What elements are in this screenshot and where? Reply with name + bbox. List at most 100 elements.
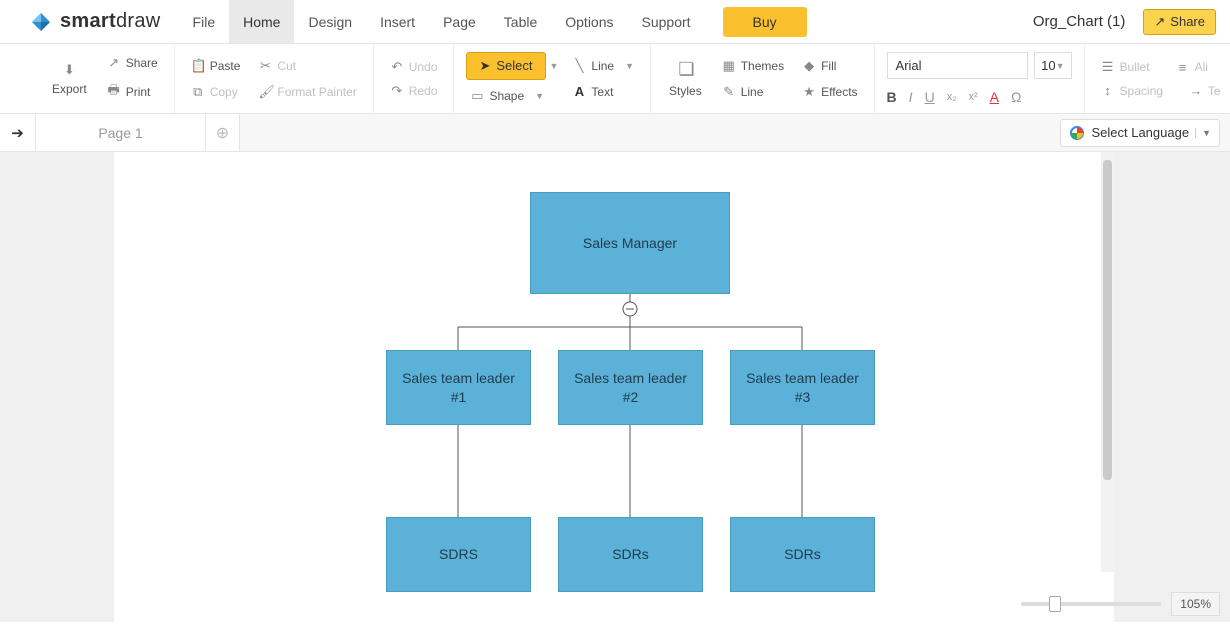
zoom-bar: 105% bbox=[1021, 592, 1220, 616]
copy-button[interactable]: ⧉Copy bbox=[187, 82, 245, 102]
panel-toggle-button[interactable]: ➔ bbox=[0, 114, 36, 151]
menu-bar: smartdraw File Home Design Insert Page T… bbox=[0, 0, 1230, 44]
copy-icon: ⧉ bbox=[191, 84, 205, 100]
logo-text-1: smart bbox=[60, 10, 116, 32]
share-small-button[interactable]: ↗Share bbox=[103, 53, 162, 73]
logo-icon bbox=[28, 9, 54, 35]
menu-page[interactable]: Page bbox=[429, 0, 490, 43]
effects-icon: ★ bbox=[802, 84, 816, 100]
subscript-button[interactable]: x₂ bbox=[947, 91, 957, 103]
group-export: ⬇ Export ↗Share 🖶Print bbox=[34, 44, 175, 113]
paste-button[interactable]: 📋Paste bbox=[187, 56, 245, 76]
line-tool[interactable]: ╲Line▼ bbox=[568, 56, 638, 76]
spacing-button[interactable]: ↕Spacing bbox=[1097, 81, 1167, 100]
align-button[interactable]: ≡Ali bbox=[1172, 57, 1212, 77]
top-right: Org_Chart (1) ↗ Share bbox=[1033, 9, 1230, 35]
page-tab-1[interactable]: Page 1 bbox=[36, 114, 206, 151]
spacing-icon: ↕ bbox=[1101, 83, 1115, 98]
node-sdr-1[interactable]: SDRS bbox=[386, 517, 531, 592]
text-direction-button[interactable]: →Te bbox=[1185, 81, 1225, 100]
select-dropdown[interactable]: ▼ bbox=[550, 61, 559, 71]
scroll-thumb[interactable] bbox=[1103, 160, 1112, 480]
shape-icon: ▭ bbox=[470, 88, 484, 104]
vertical-scrollbar[interactable] bbox=[1101, 152, 1114, 572]
font-family-select[interactable]: Arial bbox=[887, 52, 1029, 79]
node-lead-3[interactable]: Sales team leader #3 bbox=[730, 350, 875, 425]
node-lead-2[interactable]: Sales team leader #2 bbox=[558, 350, 703, 425]
format-painter-button[interactable]: 🖌Format Painter bbox=[254, 82, 360, 102]
menu-insert[interactable]: Insert bbox=[366, 0, 429, 43]
group-tools: ➤Select ▼ ▭Shape▼ ╲Line▼ AText bbox=[454, 44, 651, 113]
app-logo: smartdraw bbox=[0, 9, 179, 35]
select-tool[interactable]: ➤Select bbox=[466, 52, 545, 80]
paste-icon: 📋 bbox=[191, 58, 205, 74]
line-style-icon: ✎ bbox=[722, 84, 736, 100]
group-paragraph: ☰Bullet ≡Ali ↕Spacing →Te bbox=[1085, 44, 1230, 113]
menu-support[interactable]: Support bbox=[628, 0, 705, 43]
share-button[interactable]: ↗ Share bbox=[1143, 9, 1216, 35]
language-select[interactable]: Select Language ▼ bbox=[1060, 119, 1220, 147]
share-label: Share bbox=[1170, 14, 1205, 29]
group-styles: ❏ Styles ▦Themes ✎Line ◆Fill ★Effects bbox=[651, 44, 875, 113]
redo-button[interactable]: ↷Redo bbox=[386, 81, 442, 101]
size-caret-icon: ▼ bbox=[1056, 61, 1065, 71]
cut-button[interactable]: ✂Cut bbox=[254, 56, 360, 76]
menu-table[interactable]: Table bbox=[490, 0, 551, 43]
menu-design[interactable]: Design bbox=[294, 0, 366, 43]
cursor-icon: ➤ bbox=[479, 58, 490, 74]
underline-button[interactable]: U bbox=[925, 89, 935, 105]
font-size-select[interactable]: 10▼ bbox=[1034, 52, 1071, 79]
group-clipboard: 📋Paste ⧉Copy ✂Cut 🖌Format Painter bbox=[175, 44, 374, 113]
node-sdr-2[interactable]: SDRs bbox=[558, 517, 703, 592]
fill-icon: ◆ bbox=[802, 58, 816, 74]
print-icon: 🖶 bbox=[107, 81, 121, 103]
menu-home[interactable]: Home bbox=[229, 0, 294, 43]
line-dropdown[interactable]: ▼ bbox=[625, 61, 634, 71]
shape-tool[interactable]: ▭Shape▼ bbox=[466, 86, 558, 106]
undo-button[interactable]: ↶Undo bbox=[386, 57, 442, 77]
share-icon: ↗ bbox=[1154, 14, 1165, 30]
shape-dropdown[interactable]: ▼ bbox=[535, 91, 544, 101]
zoom-slider[interactable] bbox=[1021, 602, 1161, 606]
text-tool[interactable]: AText bbox=[568, 82, 638, 101]
styles-icon: ❏ bbox=[678, 59, 692, 80]
share-small-icon: ↗ bbox=[107, 55, 121, 71]
download-icon: ⬇ bbox=[62, 62, 76, 78]
superscript-button[interactable]: x² bbox=[968, 91, 977, 103]
bullet-button[interactable]: ☰Bullet bbox=[1097, 57, 1154, 77]
logo-text-2: draw bbox=[116, 10, 161, 32]
text-icon: A bbox=[572, 84, 586, 99]
fill-button[interactable]: ◆Fill bbox=[798, 56, 861, 76]
themes-button[interactable]: ▦Themes bbox=[718, 56, 788, 76]
canvas-area: Sales Manager Sales team leader #1 Sales… bbox=[0, 152, 1230, 622]
italic-button[interactable]: I bbox=[909, 89, 913, 105]
omega-button[interactable]: Ω bbox=[1011, 89, 1021, 105]
node-lead-1[interactable]: Sales team leader #1 bbox=[386, 350, 531, 425]
undo-icon: ↶ bbox=[390, 59, 404, 75]
canvas[interactable]: Sales Manager Sales team leader #1 Sales… bbox=[114, 152, 1114, 622]
menu-options[interactable]: Options bbox=[551, 0, 627, 43]
add-page-button[interactable]: ⊕ bbox=[206, 114, 240, 151]
redo-icon: ↷ bbox=[390, 83, 404, 99]
node-sdr-3[interactable]: SDRs bbox=[730, 517, 875, 592]
bullet-icon: ☰ bbox=[1101, 59, 1115, 75]
buy-button[interactable]: Buy bbox=[723, 7, 807, 37]
google-icon bbox=[1069, 125, 1085, 141]
group-font: Arial 10▼ B I U x₂ x² A Ω bbox=[875, 44, 1085, 113]
node-root[interactable]: Sales Manager bbox=[530, 192, 730, 294]
export-button[interactable]: ⬇ Export bbox=[46, 62, 93, 96]
zoom-label[interactable]: 105% bbox=[1171, 592, 1220, 616]
document-title: Org_Chart (1) bbox=[1033, 13, 1126, 30]
zoom-thumb[interactable] bbox=[1049, 596, 1061, 612]
brush-icon: 🖌 bbox=[258, 84, 272, 100]
menu-file[interactable]: File bbox=[179, 0, 230, 43]
line-style-button[interactable]: ✎Line bbox=[718, 82, 788, 102]
font-color-button[interactable]: A bbox=[990, 89, 999, 105]
bold-button[interactable]: B bbox=[887, 89, 897, 105]
menu-items: File Home Design Insert Page Table Optio… bbox=[179, 0, 705, 43]
styles-button[interactable]: ❏ Styles bbox=[663, 59, 708, 98]
themes-icon: ▦ bbox=[722, 58, 736, 74]
effects-button[interactable]: ★Effects bbox=[798, 82, 861, 102]
print-button[interactable]: 🖶Print bbox=[103, 79, 162, 105]
language-label: Select Language bbox=[1091, 125, 1189, 140]
